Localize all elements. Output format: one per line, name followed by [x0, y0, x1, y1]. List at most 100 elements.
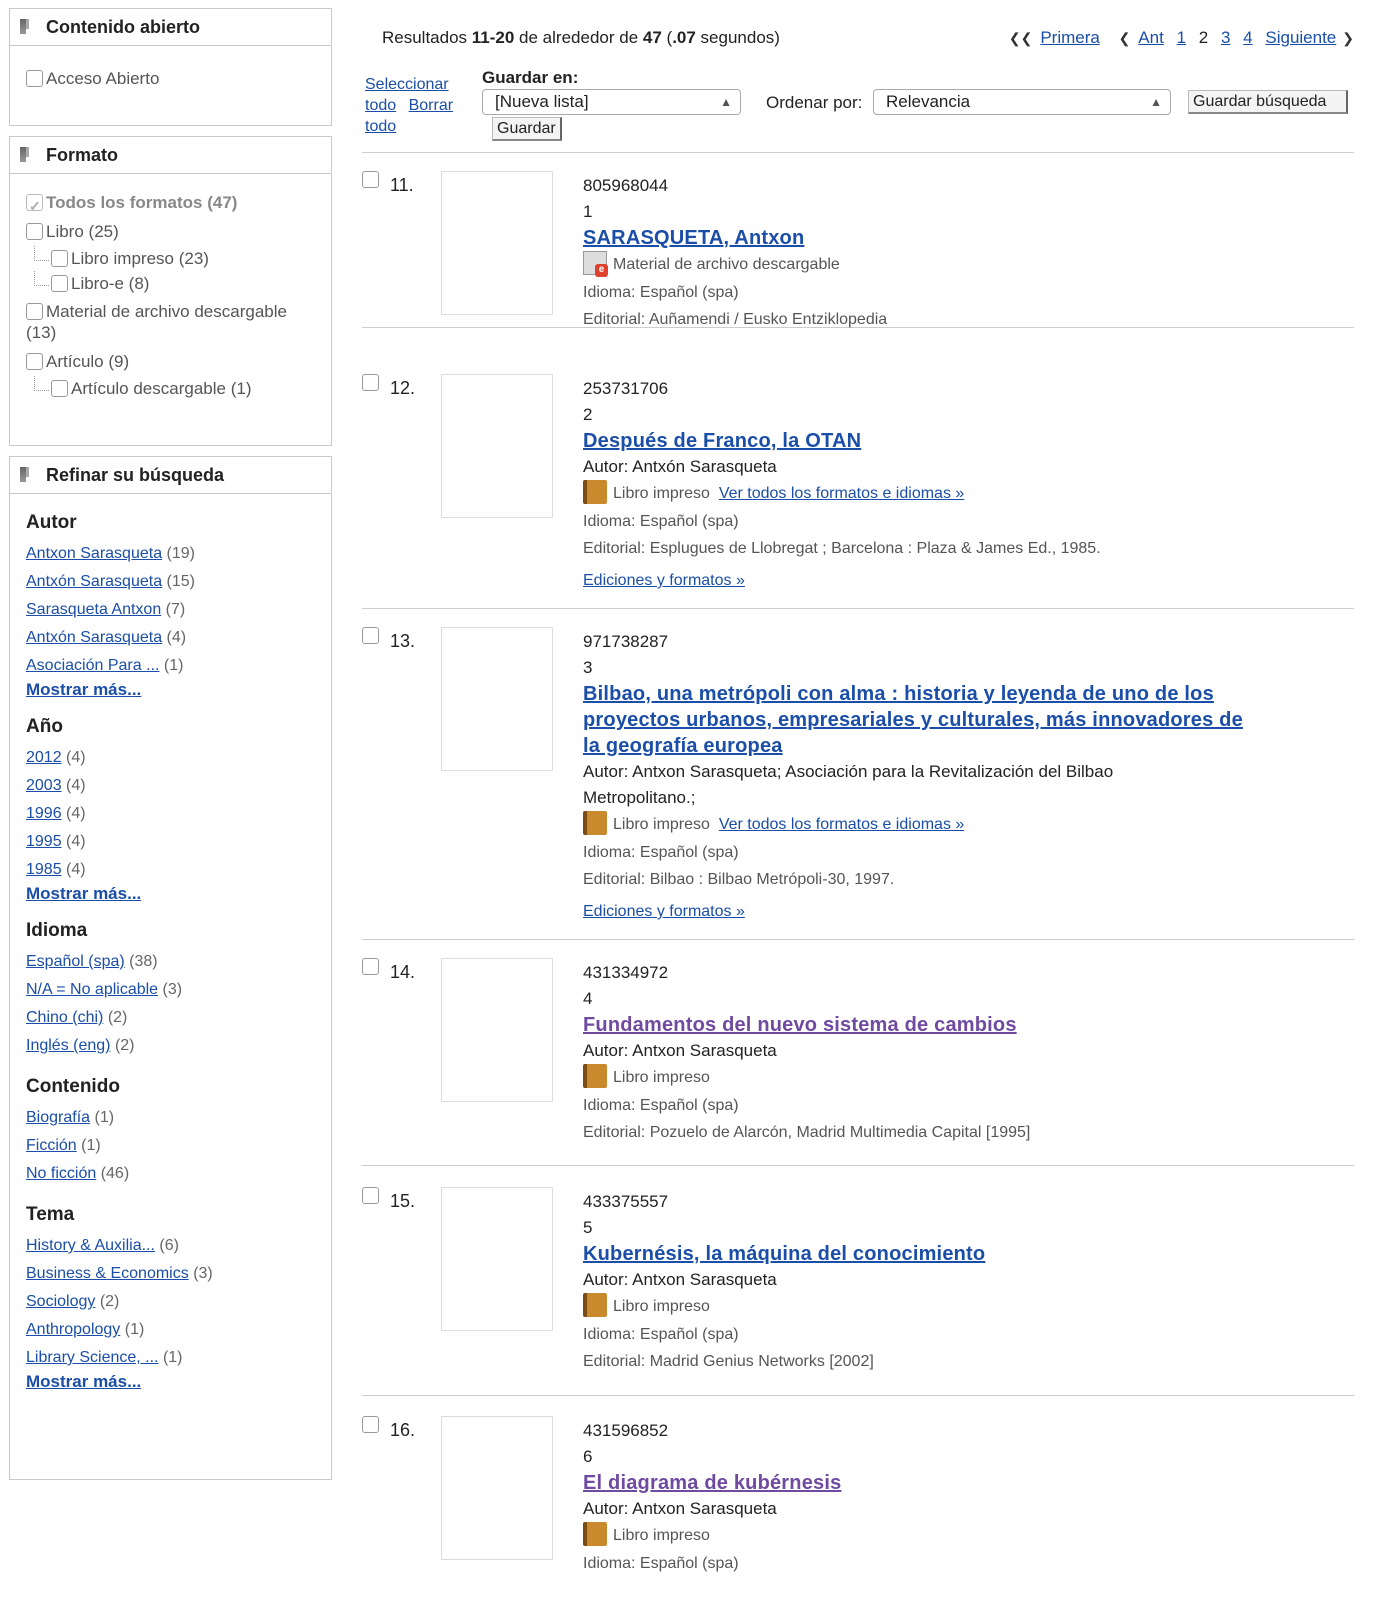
- select-value: [Nueva lista]: [495, 92, 589, 111]
- editions-formats-link[interactable]: Ediciones y formatos »: [583, 903, 745, 921]
- format-option-libro-e[interactable]: Libro-e (8): [26, 271, 315, 296]
- result-number: 14.: [390, 962, 416, 982]
- refine-link[interactable]: 1995: [26, 833, 62, 850]
- result-title-link[interactable]: Bilbao, una metrópoli con alma : histori…: [583, 683, 1243, 757]
- result-checkbox[interactable]: [362, 1416, 379, 1433]
- result-checkbox[interactable]: [362, 1187, 379, 1204]
- format-all-checkbox[interactable]: [26, 192, 43, 221]
- refine-link[interactable]: Inglés (eng): [26, 1037, 111, 1054]
- list-select[interactable]: [Nueva lista] ▲: [482, 89, 741, 115]
- page-link-3[interactable]: 3: [1221, 28, 1230, 47]
- refine-count: (4): [166, 629, 187, 646]
- refine-count: (4): [66, 861, 86, 878]
- refine-link[interactable]: Antxon Sarasqueta: [26, 545, 162, 562]
- refine-link[interactable]: Antxón Sarasqueta: [26, 629, 162, 646]
- first-page-link[interactable]: Primera: [1040, 28, 1100, 47]
- prev-page-link[interactable]: Ant: [1138, 28, 1164, 47]
- result-title-link[interactable]: Kubernésis, la máquina del conocimiento: [583, 1243, 985, 1265]
- facet-header[interactable]: Contenido abierto: [10, 9, 331, 46]
- refine-link[interactable]: 2012: [26, 749, 62, 766]
- refine-link[interactable]: Biografía: [26, 1109, 90, 1126]
- refine-link[interactable]: 1985: [26, 861, 62, 878]
- refine-count: (38): [129, 953, 158, 970]
- format-option-articulo[interactable]: Artículo (9): [26, 347, 315, 376]
- refine-topic: Tema History & Auxilia... (6) Business &…: [26, 1204, 315, 1392]
- select-clear-links: Seleccionar todo Borrar todo: [365, 74, 473, 137]
- show-more-topic-link[interactable]: Mostrar más...: [26, 1372, 141, 1391]
- refine-link[interactable]: 2003: [26, 777, 62, 794]
- refine-link[interactable]: 1996: [26, 805, 62, 822]
- result-title-link[interactable]: SARASQUETA, Antxon: [583, 227, 804, 249]
- next-page-link[interactable]: Siguiente: [1265, 28, 1336, 47]
- result-thumbnail[interactable]: [441, 171, 553, 315]
- checkbox[interactable]: [26, 303, 43, 320]
- refine-link[interactable]: No ficción: [26, 1165, 96, 1182]
- results-toolbar: Seleccionar todo Borrar todo Guardar en: …: [362, 68, 1354, 153]
- checkbox[interactable]: [51, 380, 68, 397]
- format-option-articulo-descargable[interactable]: Artículo descargable (1): [26, 376, 315, 401]
- refine-link[interactable]: History & Auxilia...: [26, 1237, 155, 1254]
- refine-item: Inglés (eng) (2): [26, 1032, 315, 1060]
- result-thumbnail[interactable]: [441, 1416, 553, 1560]
- refine-count: (2): [107, 1009, 128, 1026]
- result-checkbox[interactable]: [362, 627, 379, 644]
- refine-count: (2): [114, 1037, 135, 1054]
- all-formats-link[interactable]: Ver todos los formatos e idiomas »: [719, 485, 964, 502]
- page-link-4[interactable]: 4: [1243, 28, 1252, 47]
- refine-link[interactable]: Ficción: [26, 1137, 77, 1154]
- option-count: (1): [230, 379, 252, 398]
- clear-all-link[interactable]: Borrar: [409, 97, 453, 114]
- refine-link[interactable]: Sociology: [26, 1293, 95, 1310]
- save-button[interactable]: Guardar: [492, 117, 562, 141]
- refine-count: (3): [162, 981, 183, 998]
- summary-text: (: [661, 28, 673, 47]
- result-thumbnail[interactable]: [441, 1187, 553, 1331]
- refine-count: (2): [99, 1293, 120, 1310]
- result-checkbox[interactable]: [362, 958, 379, 975]
- refine-link[interactable]: Library Science, ...: [26, 1349, 159, 1366]
- refine-link[interactable]: Business & Economics: [26, 1265, 189, 1282]
- format-option-libro[interactable]: Libro (25): [26, 217, 315, 246]
- sort-select[interactable]: Relevancia ▲: [873, 89, 1171, 115]
- refine-link[interactable]: Español (spa): [26, 953, 125, 970]
- refine-link[interactable]: Asociación Para ...: [26, 657, 159, 674]
- refine-link[interactable]: Sarasqueta Antxon: [26, 601, 161, 618]
- checkbox[interactable]: [26, 223, 43, 240]
- result-title-link[interactable]: El diagrama de kubérnesis: [583, 1472, 841, 1494]
- facet-header[interactable]: Refinar su búsqueda: [10, 457, 331, 494]
- facet-header[interactable]: Formato: [10, 137, 331, 174]
- result-title-link[interactable]: Después de Franco, la OTAN: [583, 430, 861, 452]
- result-checkbox[interactable]: [362, 171, 379, 188]
- format-option-libro-impreso[interactable]: Libro impreso (23): [26, 246, 315, 271]
- clear-all-link-2[interactable]: todo: [365, 118, 396, 135]
- result-thumbnail[interactable]: [441, 627, 553, 771]
- show-more-year-link[interactable]: Mostrar más...: [26, 884, 141, 903]
- save-search-button[interactable]: Guardar búsqueda: [1188, 90, 1348, 114]
- option-label: Artículo descargable: [71, 379, 226, 398]
- result-thumbnail[interactable]: [441, 958, 553, 1102]
- result-thumbnail[interactable]: [441, 374, 553, 518]
- summary-text: de alrededor de: [514, 28, 643, 47]
- checkbox[interactable]: [26, 353, 43, 370]
- open-access-option[interactable]: Acceso Abierto: [26, 64, 315, 93]
- summary-text: segundos): [695, 28, 780, 47]
- open-access-checkbox[interactable]: [26, 70, 43, 87]
- all-formats-link[interactable]: Ver todos los formatos e idiomas »: [719, 816, 964, 833]
- author: Autor: Antxón Sarasqueta: [583, 457, 777, 476]
- refine-link[interactable]: Antxón Sarasqueta: [26, 573, 162, 590]
- show-more-author-link[interactable]: Mostrar más...: [26, 680, 141, 699]
- facet-refine: Refinar su búsqueda Autor Antxon Sarasqu…: [9, 456, 332, 1480]
- result-title-link[interactable]: Fundamentos del nuevo sistema de cambios: [583, 1014, 1017, 1036]
- grip-icon: [20, 19, 29, 34]
- format-all-option[interactable]: Todos los formatos (47): [26, 188, 315, 221]
- editions-formats-link[interactable]: Ediciones y formatos »: [583, 572, 745, 590]
- checkbox[interactable]: [51, 275, 68, 292]
- format-option-archive[interactable]: Material de archivo descargable (13): [26, 296, 315, 347]
- refine-link[interactable]: Chino (chi): [26, 1009, 103, 1026]
- refine-link[interactable]: N/A = No aplicable: [26, 981, 158, 998]
- result-checkbox[interactable]: [362, 374, 379, 391]
- tree-connector: [34, 376, 49, 391]
- page-link-1[interactable]: 1: [1177, 28, 1186, 47]
- checkbox[interactable]: [51, 250, 68, 267]
- refine-link[interactable]: Anthropology: [26, 1321, 120, 1338]
